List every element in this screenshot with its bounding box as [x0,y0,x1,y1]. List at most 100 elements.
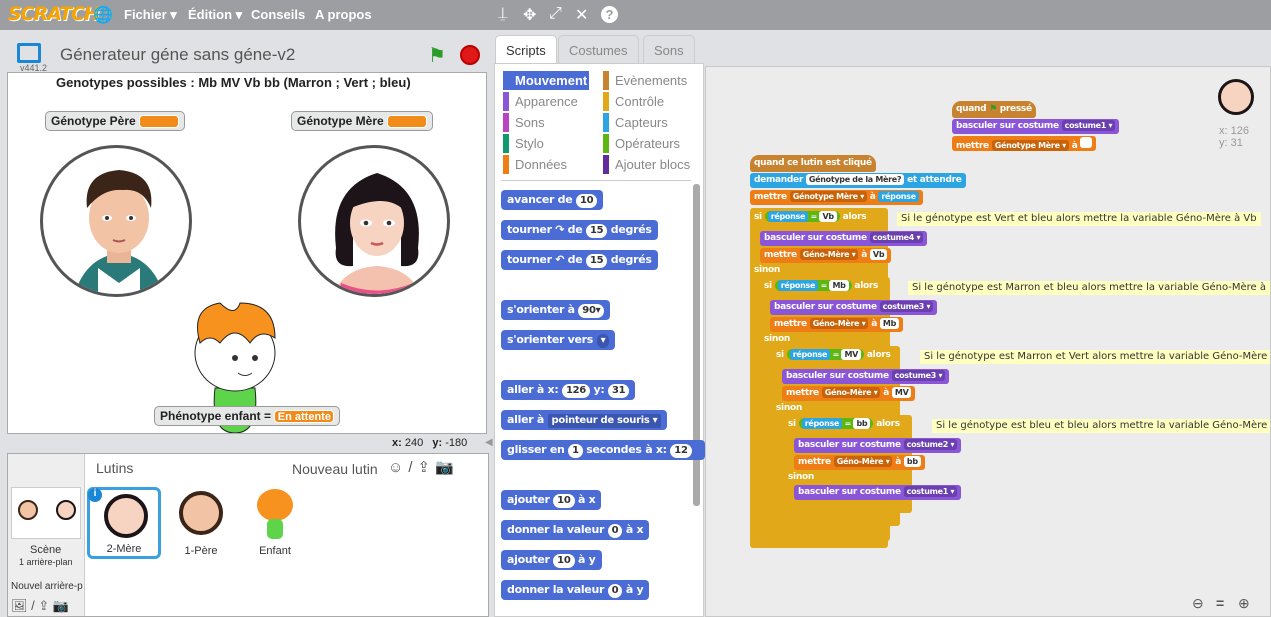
info-icon[interactable]: i [88,488,102,502]
scripts-area[interactable]: x: 126 y: 31 quand ⚑ pressé basculer sur… [705,66,1271,617]
camera-icon[interactable]: 📷 [435,459,459,476]
stop-icon[interactable] [460,45,480,65]
costume-dropdown[interactable]: costume2 ▾ [903,439,958,450]
monitor-child[interactable]: Phénotype enfant = En attente [154,406,341,427]
sprite-item-father[interactable]: 1-Père [166,487,236,559]
mother-sprite[interactable] [298,145,450,297]
grow-icon[interactable]: ⤢ [549,5,562,23]
category-motion[interactable]: Mouvement [503,71,589,90]
menu-edit[interactable]: Édition ▾ [188,7,242,23]
block-input[interactable]: Vb [819,211,837,222]
block-input[interactable]: Mb [829,280,849,291]
switch-costume-block[interactable]: basculer sur costume costume4 ▾ [760,231,928,246]
answer-reporter[interactable]: réponse [801,418,843,429]
block-move[interactable]: avancer de 10 [501,190,604,210]
ask-block[interactable]: demander Génotype de la Mère? et attendr… [750,173,966,188]
block-input[interactable]: 10 [553,494,575,508]
set-variable-block[interactable]: mettre Géno-Mère ▾ à MV [782,386,916,401]
category-data[interactable]: Données [503,155,573,174]
block-dropdown[interactable]: pointeur de souris ▾ [547,414,662,428]
comment-4[interactable]: Si le génotype est bleu et bleu alors me… [932,419,1270,433]
tab-scripts[interactable]: Scripts [495,35,557,63]
answer-reporter[interactable]: réponse [878,191,919,202]
set-variable-block[interactable]: mettre Géno-Mère ▾ à bb [794,455,925,470]
monitor-mother[interactable]: Génotype Mère [291,111,434,132]
backdrop-library-icon[interactable]: 🖼 [11,598,28,613]
zoom-out-icon[interactable]: ⊖ [1192,595,1204,612]
zoom-in-icon[interactable]: ⊕ [1238,595,1250,612]
switch-costume-block[interactable]: basculer sur costume costume3 ▾ [782,369,950,384]
monitor-father[interactable]: Génotype Père [45,111,186,132]
equals-operator[interactable]: réponse = bb [798,418,874,429]
variable-dropdown[interactable]: Géno-Mère ▾ [809,318,869,329]
set-variable-block[interactable]: mettre Génotype Mère ▾ à réponse [750,190,923,205]
block-input[interactable]: bb [903,456,921,467]
equals-operator[interactable]: réponse = Vb [764,211,840,222]
block-goto-xy[interactable]: aller à x: 126 y: 31 [501,380,636,400]
block-turn-left[interactable]: tourner ↶ de 15 degrés [501,250,658,270]
block-input[interactable]: bb [853,418,871,429]
if-block-4[interactable]: si réponse = bb alors [784,417,904,432]
block-point-direction[interactable]: s'orienter à 90▾ [501,300,611,320]
answer-reporter[interactable]: réponse [777,280,819,291]
upload-sprite-icon[interactable]: ⇪ [418,459,436,476]
switch-costume-block[interactable]: basculer sur costume costume2 ▾ [794,438,962,453]
set-variable-block[interactable]: mettre Génotype Mère ▾ à [952,136,1097,151]
block-input[interactable]: 1 [568,444,583,458]
category-sensing[interactable]: Capteurs [603,113,674,132]
sprite-item-mother[interactable]: i 2-Mère [87,487,161,559]
switch-costume-block[interactable]: basculer sur costume costume1 ▾ [794,485,962,500]
block-input[interactable]: 12 [670,444,692,458]
backdrop-camera-icon[interactable]: 📷 [53,598,69,613]
variable-dropdown[interactable]: Géno-Mère ▾ [821,387,881,398]
block-input[interactable]: MV [891,387,912,398]
variable-dropdown[interactable]: Génotype Mère ▾ [991,140,1069,151]
when-sprite-clicked-hat[interactable]: quand ce lutin est cliqué [750,155,876,172]
tab-sounds[interactable]: Sons [643,35,695,63]
answer-reporter[interactable]: réponse [789,349,831,360]
duplicate-stamp-icon[interactable]: ⍊ [498,5,508,23]
collapse-arrow-icon[interactable]: ◀ [485,437,493,448]
block-input[interactable]: 15 [585,224,608,238]
delete-scissors-icon[interactable]: ✥ [523,5,536,25]
if-block-1[interactable]: si réponse = Vb alors [750,210,871,225]
block-input[interactable]: Vb [869,249,888,260]
green-flag-icon[interactable]: ⚑ [428,43,446,68]
block-change-y[interactable]: ajouter 10 à y [501,550,602,570]
sprite-library-icon[interactable]: ☺ [388,459,408,476]
block-input[interactable]: 10 [575,194,598,208]
set-variable-block[interactable]: mettre Géno-Mère ▾ à Vb [760,248,892,263]
set-variable-block[interactable]: mettre Géno-Mère ▾ à Mb [770,317,904,332]
shrink-icon[interactable]: ✕ [575,5,588,25]
backdrop-upload-icon[interactable]: ⇪ [38,598,49,613]
menu-file[interactable]: Fichier ▾ [124,7,177,23]
category-control[interactable]: Contrôle [603,92,670,111]
tab-costumes[interactable]: Costumes [558,35,639,63]
costume-dropdown[interactable]: costume4 ▾ [869,232,924,243]
category-sound[interactable]: Sons [503,113,551,132]
equals-operator[interactable]: réponse = Mb [774,280,852,291]
block-set-y[interactable]: donner la valeur 0 à y [501,580,650,600]
block-input[interactable]: 10 [553,554,575,568]
category-looks[interactable]: Apparence [503,92,584,111]
switch-costume-block[interactable]: basculer sur costume costume3 ▾ [770,300,938,315]
menu-about[interactable]: A propos [315,7,372,22]
scratch-logo[interactable]: SCRATCH [8,3,100,25]
block-set-x[interactable]: donner la valeur 0 à x [501,520,650,540]
block-point-towards[interactable]: s'orienter vers ▾ [501,330,616,350]
category-more-blocks[interactable]: Ajouter blocs [603,155,696,174]
category-pen[interactable]: Stylo [503,134,550,153]
variable-dropdown[interactable]: Géno-Mère ▾ [833,456,893,467]
block-input[interactable]: 126 [561,384,590,398]
costume-dropdown[interactable]: costume3 ▾ [891,370,946,381]
block-input[interactable]: 15 [585,254,608,268]
costume-dropdown[interactable]: costume1 ▾ [1061,120,1116,131]
when-flag-clicked-hat[interactable]: quand ⚑ pressé [952,101,1036,118]
category-events[interactable]: Evènements [603,71,693,90]
help-icon[interactable]: ? [601,6,618,23]
fullscreen-icon[interactable] [17,43,41,63]
block-turn-right[interactable]: tourner ↷ de 15 degrés [501,220,658,240]
stage[interactable]: Genotypes possibles : Mb MV Vb bb (Marro… [7,72,487,434]
zoom-reset-icon[interactable]: = [1216,595,1224,611]
block-glide[interactable]: glisser en 1 secondes à x: 12 [501,440,705,460]
